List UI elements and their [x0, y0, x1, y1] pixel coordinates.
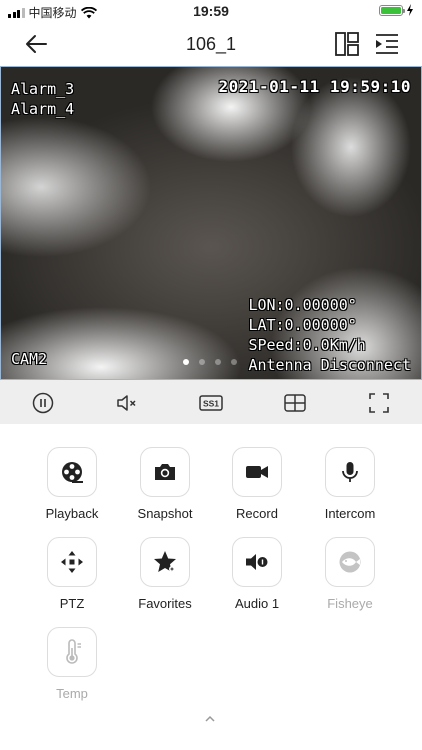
speed-label: SPeed:0.0Km/h: [248, 336, 366, 354]
audio-channel-button[interactable]: Audio 1: [217, 537, 297, 611]
fisheye-button[interactable]: Fisheye: [310, 537, 390, 611]
intercom-button[interactable]: Intercom: [310, 447, 390, 521]
status-time: 19:59: [193, 3, 229, 19]
function-icon-box: [325, 447, 375, 497]
video-datetime: 2021-01-11 19:59:10: [218, 77, 411, 96]
video-camera-icon: [246, 466, 268, 478]
microphone-icon: [342, 462, 358, 482]
fisheye-icon: [339, 551, 361, 573]
longitude-label: LON:0.00000°: [248, 296, 357, 314]
page-dot[interactable]: [231, 359, 237, 365]
pause-button[interactable]: [31, 391, 55, 415]
function-label: Intercom: [324, 506, 376, 521]
function-icon-box: [140, 447, 190, 497]
function-label: Snapshot: [137, 506, 193, 521]
function-label: Playback: [45, 506, 99, 521]
function-label: Favorites: [138, 596, 192, 611]
ptz-button[interactable]: PTZ: [32, 537, 112, 611]
snapshot-button[interactable]: Snapshot: [125, 447, 205, 521]
record-button[interactable]: Record: [217, 447, 297, 521]
function-label: Fisheye: [327, 596, 373, 611]
fullscreen-button[interactable]: [367, 391, 391, 415]
function-icon-box: [140, 537, 190, 587]
mute-button[interactable]: [115, 391, 139, 415]
speaker-icon: [246, 554, 268, 570]
function-label: Temp: [56, 686, 88, 701]
film-reel-icon: [62, 462, 83, 483]
fullscreen-icon: [369, 393, 389, 413]
function-label: Audio 1: [234, 596, 280, 611]
function-icon-box: [325, 537, 375, 587]
battery-icon: [379, 4, 405, 16]
alarm-overlay: Alarm_3 Alarm_4: [11, 79, 74, 119]
stream-switch-button[interactable]: SS1: [199, 391, 223, 415]
favorites-button[interactable]: Favorites: [125, 537, 205, 611]
alarm-label: Alarm_3: [11, 80, 75, 98]
status-bar: 中国移动 19:59: [0, 0, 422, 22]
channel-list-icon[interactable]: [374, 31, 400, 57]
stream-ss1-icon: SS1: [199, 395, 223, 411]
video-player[interactable]: Alarm_3 Alarm_4 2021-01-11 19:59:10 LON:…: [0, 66, 422, 380]
page-indicator[interactable]: [183, 359, 237, 365]
function-label: PTZ: [59, 596, 85, 611]
thermometer-icon: [66, 639, 81, 664]
page-dot[interactable]: [183, 359, 189, 365]
split-view-icon[interactable]: [334, 31, 360, 57]
status-right: [379, 4, 414, 16]
antenna-label: Antenna Disconnect: [248, 356, 411, 374]
layout-button[interactable]: [283, 391, 307, 415]
star-icon: [154, 551, 176, 572]
charging-icon: [407, 4, 413, 16]
stream-label: SS1: [203, 399, 219, 409]
page-dot[interactable]: [199, 359, 205, 365]
playback-button[interactable]: Playback: [32, 447, 112, 521]
camera-icon: [155, 464, 175, 480]
function-icon-box: [47, 537, 97, 587]
nav-bar: 106_1: [0, 22, 422, 66]
ptz-arrows-icon: [61, 551, 83, 573]
pause-icon: [32, 392, 54, 414]
chevron-up-icon[interactable]: [203, 712, 217, 726]
function-icon-box: [232, 537, 282, 587]
page-dot[interactable]: [215, 359, 221, 365]
function-icon-box: [47, 447, 97, 497]
latitude-label: LAT:0.00000°: [248, 316, 357, 334]
grid-layout-icon: [284, 394, 306, 412]
camera-label: CAM2: [11, 350, 48, 368]
function-label: Record: [236, 506, 278, 521]
function-icon-box: [232, 447, 282, 497]
alarm-label: Alarm_4: [11, 100, 75, 118]
gps-overlay: LON:0.00000° LAT:0.00000° SPeed:0.0Km/h …: [248, 295, 411, 375]
mute-icon: [117, 395, 136, 411]
player-controls: SS1: [0, 380, 422, 424]
function-icon-box: [47, 627, 97, 677]
temperature-button[interactable]: Temp: [32, 627, 112, 701]
